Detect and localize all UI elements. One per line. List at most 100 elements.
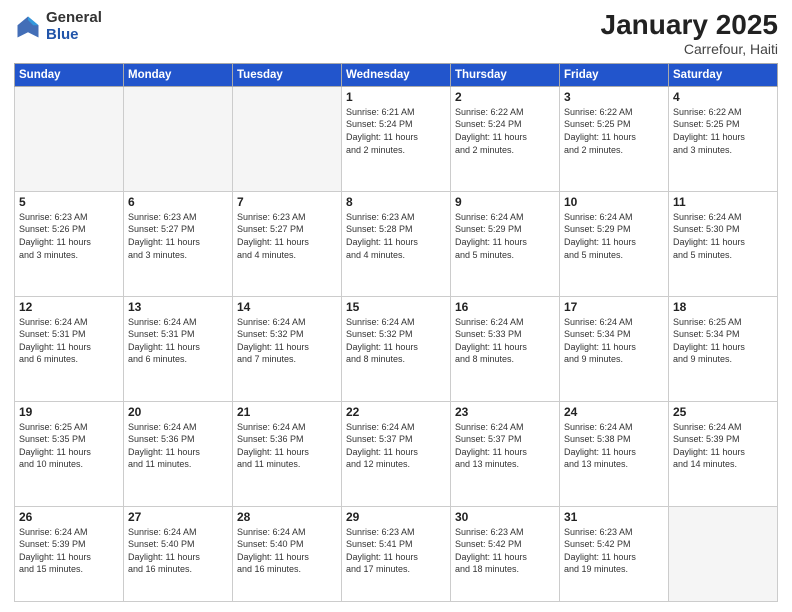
day-info: Sunrise: 6:24 AMSunset: 5:29 PMDaylight:… xyxy=(455,211,555,261)
table-row: 12Sunrise: 6:24 AMSunset: 5:31 PMDayligh… xyxy=(15,296,124,401)
table-row: 24 Sunrise: 6:24 AMSunset: 5:38 PMDayligh… xyxy=(560,401,669,506)
day-number: 23 xyxy=(455,405,555,419)
day-number: 24 xyxy=(564,405,664,419)
day-info: Sunrise: 6:24 AMSunset: 5:33 PMDaylight:… xyxy=(455,316,555,366)
col-monday: Monday xyxy=(124,63,233,86)
table-row: 9 Sunrise: 6:24 AMSunset: 5:29 PMDaylight… xyxy=(451,191,560,296)
day-number: 14 xyxy=(237,300,337,314)
logo-icon xyxy=(14,13,42,41)
day-info: Sunrise: 6:24 AMSunset: 5:38 PMDaylight:… xyxy=(564,421,664,471)
table-row: 6 Sunrise: 6:23 AMSunset: 5:27 PMDaylight… xyxy=(124,191,233,296)
day-number: 7 xyxy=(237,195,337,209)
day-info: Sunrise: 6:24 AMSunset: 5:40 PMDaylight:… xyxy=(237,526,337,576)
day-info: Sunrise: 6:25 AMSunset: 5:35 PMDaylight:… xyxy=(19,421,119,471)
day-number: 6 xyxy=(128,195,228,209)
day-number: 29 xyxy=(346,510,446,524)
day-number: 10 xyxy=(564,195,664,209)
table-row: 2Sunrise: 6:22 AMSunset: 5:24 PMDaylight… xyxy=(451,86,560,191)
col-saturday: Saturday xyxy=(669,63,778,86)
table-row: 31 Sunrise: 6:23 AMSunset: 5:42 PMDayligh… xyxy=(560,506,669,601)
table-row xyxy=(669,506,778,601)
day-info: Sunrise: 6:24 AMSunset: 5:29 PMDaylight:… xyxy=(564,211,664,261)
day-number: 30 xyxy=(455,510,555,524)
day-info: Sunrise: 6:24 AMSunset: 5:32 PMDaylight:… xyxy=(346,316,446,366)
day-info: Sunrise: 6:24 AMSunset: 5:31 PMDaylight:… xyxy=(19,316,119,366)
table-row: 26 Sunrise: 6:24 AMSunset: 5:39 PMDayligh… xyxy=(15,506,124,601)
day-number: 21 xyxy=(237,405,337,419)
table-row: 27Sunrise: 6:24 AMSunset: 5:40 PMDayligh… xyxy=(124,506,233,601)
day-info: Sunrise: 6:23 AMSunset: 5:27 PMDaylight:… xyxy=(128,211,228,261)
day-info: Sunrise: 6:23 AMSunset: 5:28 PMDaylight:… xyxy=(346,211,446,261)
table-row: 25Sunrise: 6:24 AMSunset: 5:39 PMDayligh… xyxy=(669,401,778,506)
logo-blue-text: Blue xyxy=(46,27,102,44)
day-number: 11 xyxy=(673,195,773,209)
day-number: 4 xyxy=(673,90,773,104)
day-number: 8 xyxy=(346,195,446,209)
day-number: 18 xyxy=(673,300,773,314)
col-friday: Friday xyxy=(560,63,669,86)
day-number: 3 xyxy=(564,90,664,104)
day-number: 20 xyxy=(128,405,228,419)
day-info: Sunrise: 6:24 AMSunset: 5:36 PMDaylight:… xyxy=(128,421,228,471)
day-number: 19 xyxy=(19,405,119,419)
table-row: 30 Sunrise: 6:23 AMSunset: 5:42 PMDayligh… xyxy=(451,506,560,601)
col-wednesday: Wednesday xyxy=(342,63,451,86)
day-number: 17 xyxy=(564,300,664,314)
table-row: 7Sunrise: 6:23 AMSunset: 5:27 PMDaylight… xyxy=(233,191,342,296)
day-info: Sunrise: 6:24 AMSunset: 5:31 PMDaylight:… xyxy=(128,316,228,366)
table-row: 14 Sunrise: 6:24 AMSunset: 5:32 PMDayligh… xyxy=(233,296,342,401)
calendar-title: January 2025 xyxy=(601,10,778,41)
table-row: 19 Sunrise: 6:25 AMSunset: 5:35 PMDayligh… xyxy=(15,401,124,506)
table-row xyxy=(124,86,233,191)
day-info: Sunrise: 6:23 AMSunset: 5:42 PMDaylight:… xyxy=(564,526,664,576)
table-row xyxy=(15,86,124,191)
day-number: 25 xyxy=(673,405,773,419)
table-row: 29 Sunrise: 6:23 AMSunset: 5:41 PMDayligh… xyxy=(342,506,451,601)
day-info: Sunrise: 6:24 AMSunset: 5:34 PMDaylight:… xyxy=(564,316,664,366)
table-row: 1Sunrise: 6:21 AMSunset: 5:24 PMDaylight… xyxy=(342,86,451,191)
day-info: Sunrise: 6:22 AMSunset: 5:24 PMDaylight:… xyxy=(455,106,555,156)
table-row: 21Sunrise: 6:24 AMSunset: 5:36 PMDayligh… xyxy=(233,401,342,506)
table-row: 28 Sunrise: 6:24 AMSunset: 5:40 PMDayligh… xyxy=(233,506,342,601)
table-row xyxy=(233,86,342,191)
day-number: 26 xyxy=(19,510,119,524)
calendar-week-row: 19 Sunrise: 6:25 AMSunset: 5:35 PMDayligh… xyxy=(15,401,778,506)
table-row: 17 Sunrise: 6:24 AMSunset: 5:34 PMDayligh… xyxy=(560,296,669,401)
table-row: 4Sunrise: 6:22 AMSunset: 5:25 PMDaylight… xyxy=(669,86,778,191)
col-tuesday: Tuesday xyxy=(233,63,342,86)
table-row: 5Sunrise: 6:23 AMSunset: 5:26 PMDaylight… xyxy=(15,191,124,296)
day-info: Sunrise: 6:23 AMSunset: 5:26 PMDaylight:… xyxy=(19,211,119,261)
day-info: Sunrise: 6:21 AMSunset: 5:24 PMDaylight:… xyxy=(346,106,446,156)
table-row: 11 Sunrise: 6:24 AMSunset: 5:30 PMDayligh… xyxy=(669,191,778,296)
day-info: Sunrise: 6:24 AMSunset: 5:39 PMDaylight:… xyxy=(19,526,119,576)
day-number: 15 xyxy=(346,300,446,314)
col-sunday: Sunday xyxy=(15,63,124,86)
day-info: Sunrise: 6:23 AMSunset: 5:41 PMDaylight:… xyxy=(346,526,446,576)
logo: General Blue xyxy=(14,10,102,43)
col-thursday: Thursday xyxy=(451,63,560,86)
day-info: Sunrise: 6:25 AMSunset: 5:34 PMDaylight:… xyxy=(673,316,773,366)
day-info: Sunrise: 6:23 AMSunset: 5:42 PMDaylight:… xyxy=(455,526,555,576)
header: General Blue January 2025 Carrefour, Hai… xyxy=(14,10,778,57)
day-number: 31 xyxy=(564,510,664,524)
day-info: Sunrise: 6:24 AMSunset: 5:32 PMDaylight:… xyxy=(237,316,337,366)
title-block: January 2025 Carrefour, Haiti xyxy=(601,10,778,57)
table-row: 8 Sunrise: 6:23 AMSunset: 5:28 PMDaylight… xyxy=(342,191,451,296)
day-info: Sunrise: 6:24 AMSunset: 5:40 PMDaylight:… xyxy=(128,526,228,576)
calendar-week-row: 1Sunrise: 6:21 AMSunset: 5:24 PMDaylight… xyxy=(15,86,778,191)
day-number: 9 xyxy=(455,195,555,209)
day-info: Sunrise: 6:24 AMSunset: 5:37 PMDaylight:… xyxy=(346,421,446,471)
logo-general-text: General xyxy=(46,10,102,27)
day-info: Sunrise: 6:24 AMSunset: 5:30 PMDaylight:… xyxy=(673,211,773,261)
day-info: Sunrise: 6:22 AMSunset: 5:25 PMDaylight:… xyxy=(564,106,664,156)
page: General Blue January 2025 Carrefour, Hai… xyxy=(0,0,792,612)
calendar-week-row: 26 Sunrise: 6:24 AMSunset: 5:39 PMDayligh… xyxy=(15,506,778,601)
day-info: Sunrise: 6:24 AMSunset: 5:37 PMDaylight:… xyxy=(455,421,555,471)
calendar-week-row: 5Sunrise: 6:23 AMSunset: 5:26 PMDaylight… xyxy=(15,191,778,296)
logo-text: General Blue xyxy=(46,10,102,43)
table-row: 20 Sunrise: 6:24 AMSunset: 5:36 PMDayligh… xyxy=(124,401,233,506)
calendar-header-row: Sunday Monday Tuesday Wednesday Thursday… xyxy=(15,63,778,86)
calendar-week-row: 12Sunrise: 6:24 AMSunset: 5:31 PMDayligh… xyxy=(15,296,778,401)
day-number: 13 xyxy=(128,300,228,314)
day-number: 28 xyxy=(237,510,337,524)
